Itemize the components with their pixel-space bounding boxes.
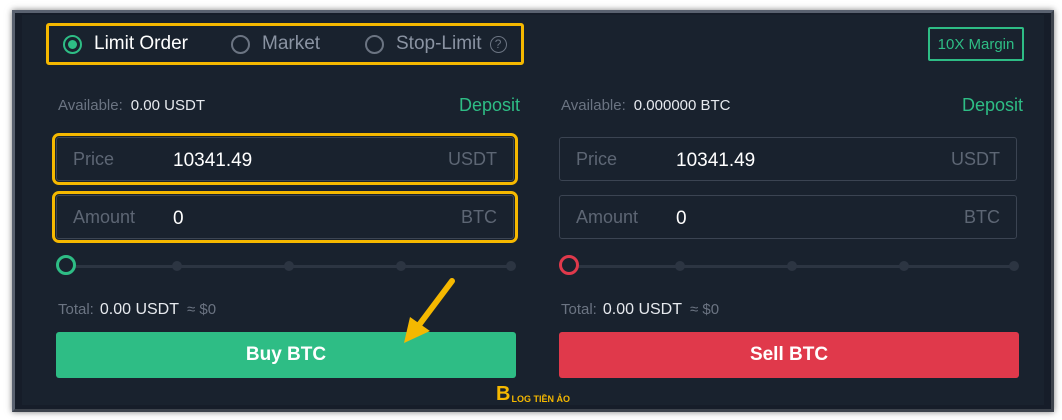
buy-total-label: Total:	[58, 301, 94, 318]
buy-price-value: 10341.49	[173, 150, 253, 171]
buy-amount-slider[interactable]	[56, 255, 516, 277]
slider-step-50[interactable]	[787, 261, 797, 271]
radio-icon	[365, 34, 384, 54]
radio-selected-icon	[63, 34, 82, 54]
sell-price-field[interactable]: Price 10341.49 USDT	[559, 137, 1017, 181]
sell-total: Total: 0.00 USDT ≈ $0	[561, 301, 719, 319]
watermark: B LOG TIỀN ẢO	[496, 384, 570, 404]
slider-handle[interactable]	[559, 255, 579, 275]
tab-limit-order[interactable]: Limit Order	[63, 26, 188, 62]
sell-amount-label: Amount	[576, 207, 639, 227]
buy-amount-value: 0	[173, 208, 184, 229]
buy-total-approx: ≈ $0	[187, 301, 217, 318]
slider-step-50[interactable]	[284, 261, 294, 271]
slider-handle[interactable]	[56, 255, 76, 275]
watermark-logo: B	[496, 383, 511, 405]
sell-deposit-link[interactable]: Deposit	[962, 95, 1023, 116]
sell-available-label: Available:	[561, 97, 626, 114]
slider-step-25[interactable]	[172, 261, 182, 271]
buy-deposit-link[interactable]: Deposit	[459, 95, 520, 116]
trade-panel-frame: Limit Order Market Stop-Limit ? 10X Marg…	[12, 10, 1054, 412]
sell-price-value: 10341.49	[676, 150, 756, 171]
buy-price-unit: USDT	[448, 149, 497, 169]
sell-price-unit: USDT	[951, 149, 1000, 169]
buy-total: Total: 0.00 USDT ≈ $0	[58, 301, 216, 319]
slider-step-25[interactable]	[675, 261, 685, 271]
sell-total-approx: ≈ $0	[690, 301, 720, 318]
radio-icon	[231, 34, 250, 54]
sell-available: Available: 0.000000 BTC	[561, 97, 731, 114]
sell-amount-slider[interactable]	[559, 255, 1019, 277]
slider-step-100[interactable]	[506, 261, 516, 271]
tab-stop-limit[interactable]: Stop-Limit ?	[365, 26, 507, 62]
buy-available-label: Available:	[58, 97, 123, 114]
buy-price-label: Price	[73, 149, 115, 169]
buy-total-value: 0.00 USDT	[99, 301, 179, 318]
sell-price-label: Price	[576, 149, 618, 169]
sell-amount-value: 0	[676, 208, 687, 229]
help-icon[interactable]: ?	[489, 35, 507, 53]
buy-amount-label: Amount	[73, 207, 136, 227]
watermark-text: LOG TIỀN ẢO	[511, 394, 570, 404]
buy-available: Available: 0.00 USDT	[58, 97, 205, 114]
slider-step-75[interactable]	[899, 261, 909, 271]
tab-market[interactable]: Market	[231, 26, 320, 62]
buy-amount-unit: BTC	[461, 207, 497, 227]
trade-panel: Limit Order Market Stop-Limit ? 10X Marg…	[22, 15, 1044, 405]
buy-amount-field[interactable]: Amount 0 BTC	[52, 191, 518, 243]
sell-available-value: 0.000000 BTC	[633, 97, 731, 114]
slider-step-75[interactable]	[396, 261, 406, 271]
margin-button[interactable]: 10X Margin	[928, 27, 1024, 61]
sell-column: Available: 0.000000 BTC Deposit Price 103…	[559, 87, 1023, 387]
buy-available-value: 0.00 USDT	[130, 97, 205, 114]
tab-market-label: Market	[262, 33, 321, 54]
tab-limit-order-label: Limit Order	[94, 33, 188, 54]
sell-button[interactable]: Sell BTC	[559, 332, 1019, 378]
sell-amount-unit: BTC	[964, 207, 1000, 227]
slider-step-100[interactable]	[1009, 261, 1019, 271]
tab-stop-limit-label: Stop-Limit	[396, 33, 482, 54]
order-type-tabs: Limit Order Market Stop-Limit ?	[46, 23, 524, 65]
sell-total-label: Total:	[561, 301, 597, 318]
sell-total-value: 0.00 USDT	[602, 301, 682, 318]
pointer-arrow-icon	[404, 278, 455, 343]
sell-amount-field[interactable]: Amount 0 BTC	[559, 195, 1017, 239]
buy-price-field[interactable]: Price 10341.49 USDT	[52, 133, 518, 185]
